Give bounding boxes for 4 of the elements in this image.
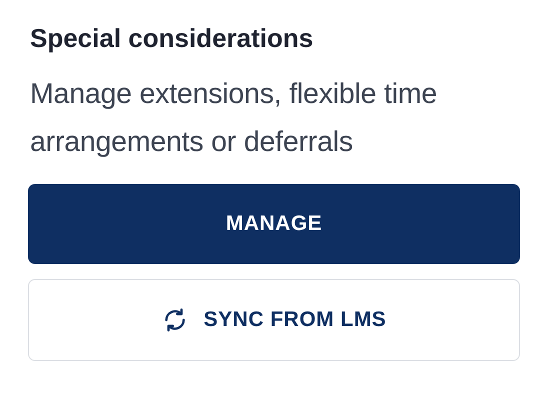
section-heading: Special considerations xyxy=(30,22,314,55)
description-text: Manage extensions, flexible time arrangements or deferrals xyxy=(30,76,438,160)
manage-button[interactable]: MANAGE xyxy=(28,184,520,264)
sync-button[interactable]: SYNC FROM LMS xyxy=(28,278,520,361)
